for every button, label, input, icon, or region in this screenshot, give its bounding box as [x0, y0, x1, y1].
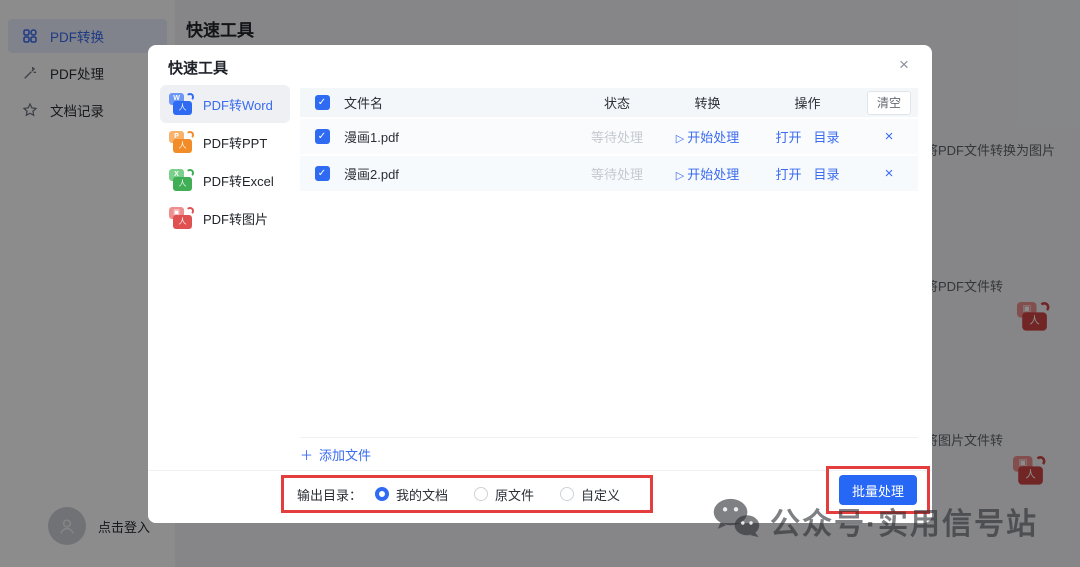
status-cell: 等待处理 [590, 130, 643, 145]
radio-unselected-icon [474, 487, 489, 501]
tool-item-pdf-to-image[interactable]: ▣ 人 PDF转图片 [160, 199, 290, 237]
radio-source-folder[interactable]: 原文件 [474, 485, 534, 504]
select-all-checkbox[interactable]: ✓ [314, 95, 330, 110]
pdf-to-excel-icon: X 人 [169, 168, 194, 192]
table-row: ✓ 漫画1.pdf 等待处理 ▷ 开始处理 打开 目录 × [300, 117, 918, 154]
watermark: 公众号·实用信号站 [712, 498, 1038, 543]
pdf-to-word-icon: W 人 [169, 92, 194, 116]
annotation-box-output-directory: 输出目录： 我的文档 原文件 自定义 [281, 475, 653, 513]
dialog-title: 快速工具 [168, 60, 229, 77]
watermark-text: 公众号·实用信号站 [770, 507, 1038, 541]
start-convert-link[interactable]: ▷ 开始处理 [676, 167, 739, 182]
pdf-to-ppt-icon: P 人 [169, 130, 194, 154]
pdf-to-image-icon: ▣ 人 [169, 206, 194, 230]
column-header-convert: 转换 [694, 96, 721, 111]
start-convert-link[interactable]: ▷ 开始处理 [676, 130, 739, 145]
icon-pdf-glyph: 人 [173, 100, 192, 115]
open-file-link[interactable]: 打开 [775, 164, 801, 183]
clear-all-button[interactable]: 清空 [867, 90, 911, 115]
tool-item-pdf-to-excel[interactable]: X 人 PDF转Excel [160, 161, 290, 199]
column-header-operations: 操作 [794, 96, 821, 111]
play-icon: ▷ [675, 133, 685, 145]
convert-arrow-icon [186, 92, 194, 101]
radio-custom[interactable]: 自定义 [560, 485, 620, 504]
filename-cell: 漫画2.pdf [344, 167, 399, 182]
tool-item-label: PDF转Word [203, 97, 273, 113]
radio-my-documents[interactable]: 我的文档 [375, 485, 448, 504]
filename-cell: 漫画1.pdf [344, 130, 399, 145]
output-directory-label: 输出目录： [297, 487, 363, 503]
add-files-link[interactable]: ＋ 添加文件 [300, 445, 371, 464]
file-table: ✓ 文件名 状态 转换 操作 清空 ✓ 漫画1.pdf 等待处理 ▷ 开始处理 打… [300, 88, 918, 191]
column-header-filename: 文件名 [344, 96, 384, 111]
column-header-status: 状态 [603, 96, 630, 111]
tool-item-label: PDF转PPT [203, 135, 268, 151]
icon-pdf-glyph: 人 [173, 214, 192, 229]
row-checkbox[interactable]: ✓ [314, 166, 330, 181]
radio-selected-icon [375, 487, 390, 501]
convert-arrow-icon [186, 206, 194, 215]
plus-icon: ＋ [300, 447, 314, 463]
icon-pdf-glyph: 人 [173, 176, 192, 191]
row-checkbox[interactable]: ✓ [314, 129, 330, 144]
convert-arrow-icon [186, 168, 194, 177]
convert-arrow-icon [186, 130, 194, 139]
table-row: ✓ 漫画2.pdf 等待处理 ▷ 开始处理 打开 目录 × [300, 154, 918, 191]
table-header-row: ✓ 文件名 状态 转换 操作 清空 [300, 88, 918, 117]
wechat-icon [712, 498, 760, 543]
tool-item-label: PDF转图片 [203, 211, 269, 227]
open-file-link[interactable]: 打开 [775, 127, 801, 146]
play-icon: ▷ [675, 170, 685, 182]
close-icon[interactable]: × [892, 53, 916, 77]
radio-unselected-icon [560, 487, 575, 501]
remove-row-icon[interactable]: × [885, 165, 894, 182]
remove-row-icon[interactable]: × [885, 128, 894, 145]
conversion-tool-list: W 人 PDF转Word P 人 PDF转PPT X 人 PDF转Excel ▣… [160, 85, 290, 237]
quick-tools-dialog: 快速工具 × W 人 PDF转Word P 人 PDF转PPT X 人 PDF转… [148, 45, 932, 523]
open-directory-link[interactable]: 目录 [814, 127, 840, 146]
open-directory-link[interactable]: 目录 [814, 164, 840, 183]
tool-item-pdf-to-word[interactable]: W 人 PDF转Word [160, 85, 290, 123]
tool-item-pdf-to-ppt[interactable]: P 人 PDF转PPT [160, 123, 290, 161]
tool-item-label: PDF转Excel [203, 173, 274, 189]
status-cell: 等待处理 [590, 167, 643, 182]
icon-pdf-glyph: 人 [173, 138, 192, 153]
